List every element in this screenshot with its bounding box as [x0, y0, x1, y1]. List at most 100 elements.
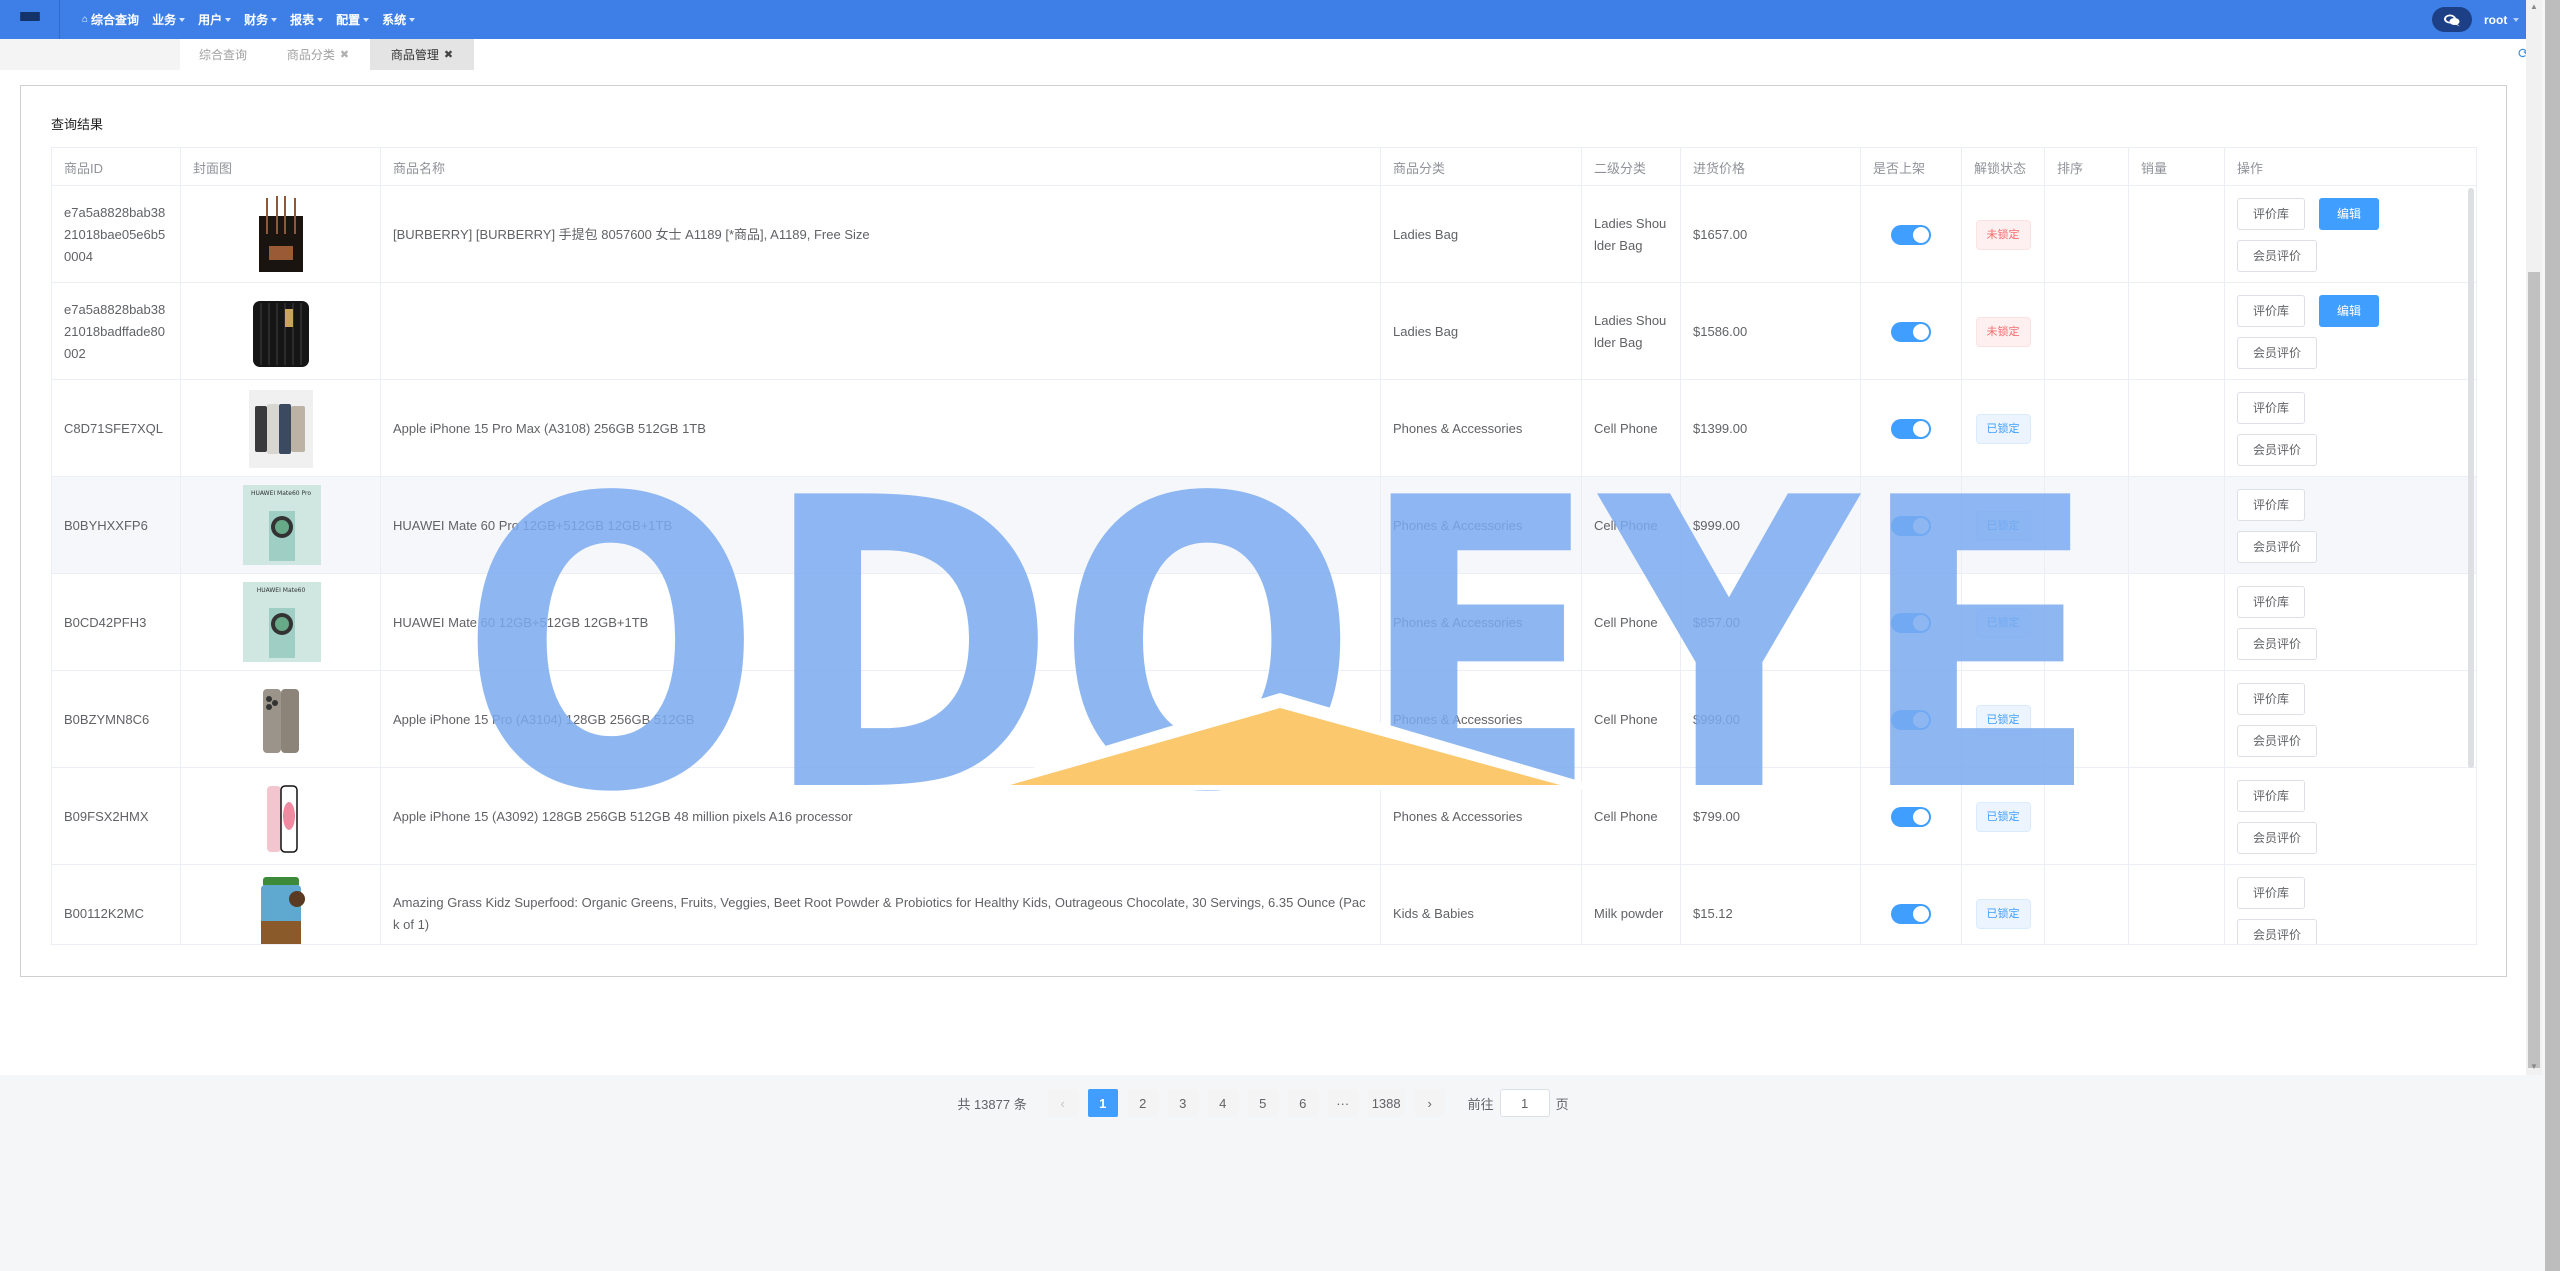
prev-page-button[interactable]: ‹ [1047, 1089, 1078, 1117]
purchase-price: $15.12 [1693, 905, 1733, 921]
purchase-price: $1586.00 [1693, 323, 1748, 339]
scroll-down-icon[interactable]: ▼ [2530, 1062, 2538, 1071]
next-page-button[interactable]: › [1414, 1089, 1445, 1117]
member-review-button[interactable]: 会员评价 [2237, 336, 2318, 369]
tab-bar-spacer [0, 39, 180, 70]
nav-item[interactable]: 配置 [332, 11, 378, 28]
member-review-button[interactable]: 会员评价 [2237, 239, 2318, 272]
goto-label: 前往 [1467, 1096, 1494, 1112]
on-shelf-toggle[interactable] [1891, 224, 1931, 245]
member-review-button[interactable]: 会员评价 [2237, 918, 2318, 944]
lock-status-tag: 已锁定 [1975, 801, 2031, 832]
scrollbar-thumb[interactable] [2528, 272, 2540, 1068]
review-library-button[interactable]: 评价库 [2237, 585, 2306, 618]
nav-item[interactable]: 报表 [286, 11, 332, 28]
nav-item[interactable]: 用户 [194, 11, 240, 28]
product-thumbnail[interactable] [231, 291, 331, 373]
product-subcategory: Ladies Shoulder Bag [1594, 312, 1667, 350]
page-button[interactable]: 2 [1127, 1089, 1158, 1117]
lock-status-tag: 已锁定 [1975, 607, 2031, 638]
tab-comprehensive-query[interactable]: 综合查询 [180, 39, 266, 70]
nav-item[interactable]: ⌂ 综合查询 [78, 11, 148, 28]
user-menu[interactable]: root [2484, 0, 2520, 39]
product-thumbnail[interactable]: HUAWEI Mate60 Pro [231, 484, 331, 567]
header-col-actions: 操作 [2225, 148, 2476, 186]
page-list: 1 2 3 4 5 6 ··· 1388 [1083, 1089, 1410, 1117]
purchase-price: $1657.00 [1693, 226, 1748, 242]
product-category: Phones & Accessories [1393, 614, 1523, 630]
page-button[interactable]: 1 [1087, 1089, 1118, 1117]
product-id: B09FSX2HMX [64, 808, 149, 824]
product-id: B0CD42PFH3 [64, 614, 147, 630]
review-library-button[interactable]: 评价库 [2237, 488, 2306, 521]
product-name: Amazing Grass Kidz Superfood: Organic Gr… [393, 894, 1366, 932]
member-review-button[interactable]: 会员评价 [2237, 627, 2318, 660]
review-library-button[interactable]: 评价库 [2237, 294, 2306, 327]
page-button[interactable]: 3 [1167, 1089, 1198, 1117]
edit-button[interactable]: 编辑 [2319, 197, 2380, 230]
menu-toggle-button[interactable] [0, 0, 60, 39]
page-button[interactable]: 1388 [1367, 1089, 1405, 1117]
member-review-button[interactable]: 会员评价 [2237, 821, 2318, 854]
table-row: e7a5a8828bab3821018badffade80002 Ladies B… [52, 283, 2476, 380]
table-header: 商品ID 封面图 商品名称 商品分类 二级分类 进货价格 是否上架 解锁状态 排序 销量 操作 [52, 148, 2476, 186]
product-thumbnail[interactable] [231, 776, 331, 858]
product-name: Apple iPhone 15 Pro (A3104) 128GB 256GB … [393, 711, 695, 727]
chevron-down-icon [271, 17, 278, 22]
top-navbar: ⌂ 综合查询 业务 用户 财务 报表 配置 系统 root [0, 0, 2526, 39]
chevron-down-icon [2513, 17, 2520, 22]
close-icon[interactable]: ✖ [340, 48, 349, 61]
on-shelf-toggle[interactable] [1891, 709, 1931, 730]
lock-status-tag: 已锁定 [1975, 704, 2031, 735]
on-shelf-toggle[interactable] [1891, 806, 1931, 827]
tab-product-category[interactable]: 商品分类 ✖ [266, 39, 370, 70]
review-library-button[interactable]: 评价库 [2237, 197, 2306, 230]
product-name: [BURBERRY] [BURBERRY] 手提包 8057600 女士 A11… [393, 226, 870, 242]
on-shelf-toggle[interactable] [1891, 321, 1931, 342]
header-col-name: 商品名称 [381, 148, 1381, 186]
review-library-button[interactable]: 评价库 [2237, 876, 2306, 909]
close-icon[interactable]: ✖ [444, 48, 453, 61]
tab-product-management[interactable]: 商品管理 ✖ [370, 39, 474, 70]
nav-item[interactable]: 系统 [378, 11, 424, 28]
product-thumbnail[interactable] [231, 388, 331, 470]
on-shelf-toggle[interactable] [1891, 612, 1931, 633]
page-jump-input[interactable] [1499, 1089, 1550, 1117]
lock-status-tag: 未锁定 [1975, 316, 2031, 347]
member-review-button[interactable]: 会员评价 [2237, 433, 2318, 466]
header-col-price: 进货价格 [1681, 148, 1861, 186]
page-button[interactable]: 5 [1247, 1089, 1278, 1117]
table-scrollbar[interactable] [2468, 188, 2474, 768]
product-subcategory: Cell Phone [1594, 517, 1658, 533]
nav-item[interactable]: 财务 [240, 11, 286, 28]
lock-status-tag: 未锁定 [1975, 219, 2031, 250]
product-thumbnail[interactable] [231, 679, 331, 761]
table-row: B0CD42PFH3 HUAWEI Mate60 HUAWEI Mate 60 12… [52, 574, 2476, 671]
review-library-button[interactable]: 评价库 [2237, 779, 2306, 812]
page-scrollbar[interactable]: ▲ ▼ [2526, 0, 2542, 1075]
chat-button[interactable] [2432, 7, 2472, 32]
more-pages-button[interactable]: ··· [1327, 1089, 1358, 1117]
member-review-button[interactable]: 会员评价 [2237, 724, 2318, 757]
review-library-button[interactable]: 评价库 [2237, 391, 2306, 424]
page-button[interactable]: 6 [1287, 1089, 1318, 1117]
product-thumbnail[interactable] [231, 873, 331, 944]
product-category: Ladies Bag [1393, 226, 1459, 242]
edit-button[interactable]: 编辑 [2319, 294, 2380, 327]
on-shelf-toggle[interactable] [1891, 418, 1931, 439]
page-button[interactable]: 4 [1207, 1089, 1238, 1117]
member-review-button[interactable]: 会员评价 [2237, 530, 2318, 563]
page-jump: 前往 页 [1468, 1089, 1569, 1117]
product-thumbnail[interactable] [231, 194, 331, 276]
nav-item[interactable]: 业务 [148, 11, 194, 28]
window-edge-scrollbar[interactable] [2545, 0, 2560, 1271]
product-thumbnail[interactable]: HUAWEI Mate60 [231, 581, 331, 664]
product-id: C8D71SFE7XQL [64, 420, 163, 436]
product-name: HUAWEI Mate 60 12GB+512GB 12GB+1TB [393, 614, 649, 630]
review-library-button[interactable]: 评价库 [2237, 682, 2306, 715]
on-shelf-toggle[interactable] [1891, 515, 1931, 536]
lock-status-tag: 已锁定 [1975, 510, 2031, 541]
nav-item-label: 财务 [244, 13, 269, 27]
on-shelf-toggle[interactable] [1891, 903, 1931, 924]
scroll-up-icon[interactable]: ▲ [2530, 2, 2538, 11]
